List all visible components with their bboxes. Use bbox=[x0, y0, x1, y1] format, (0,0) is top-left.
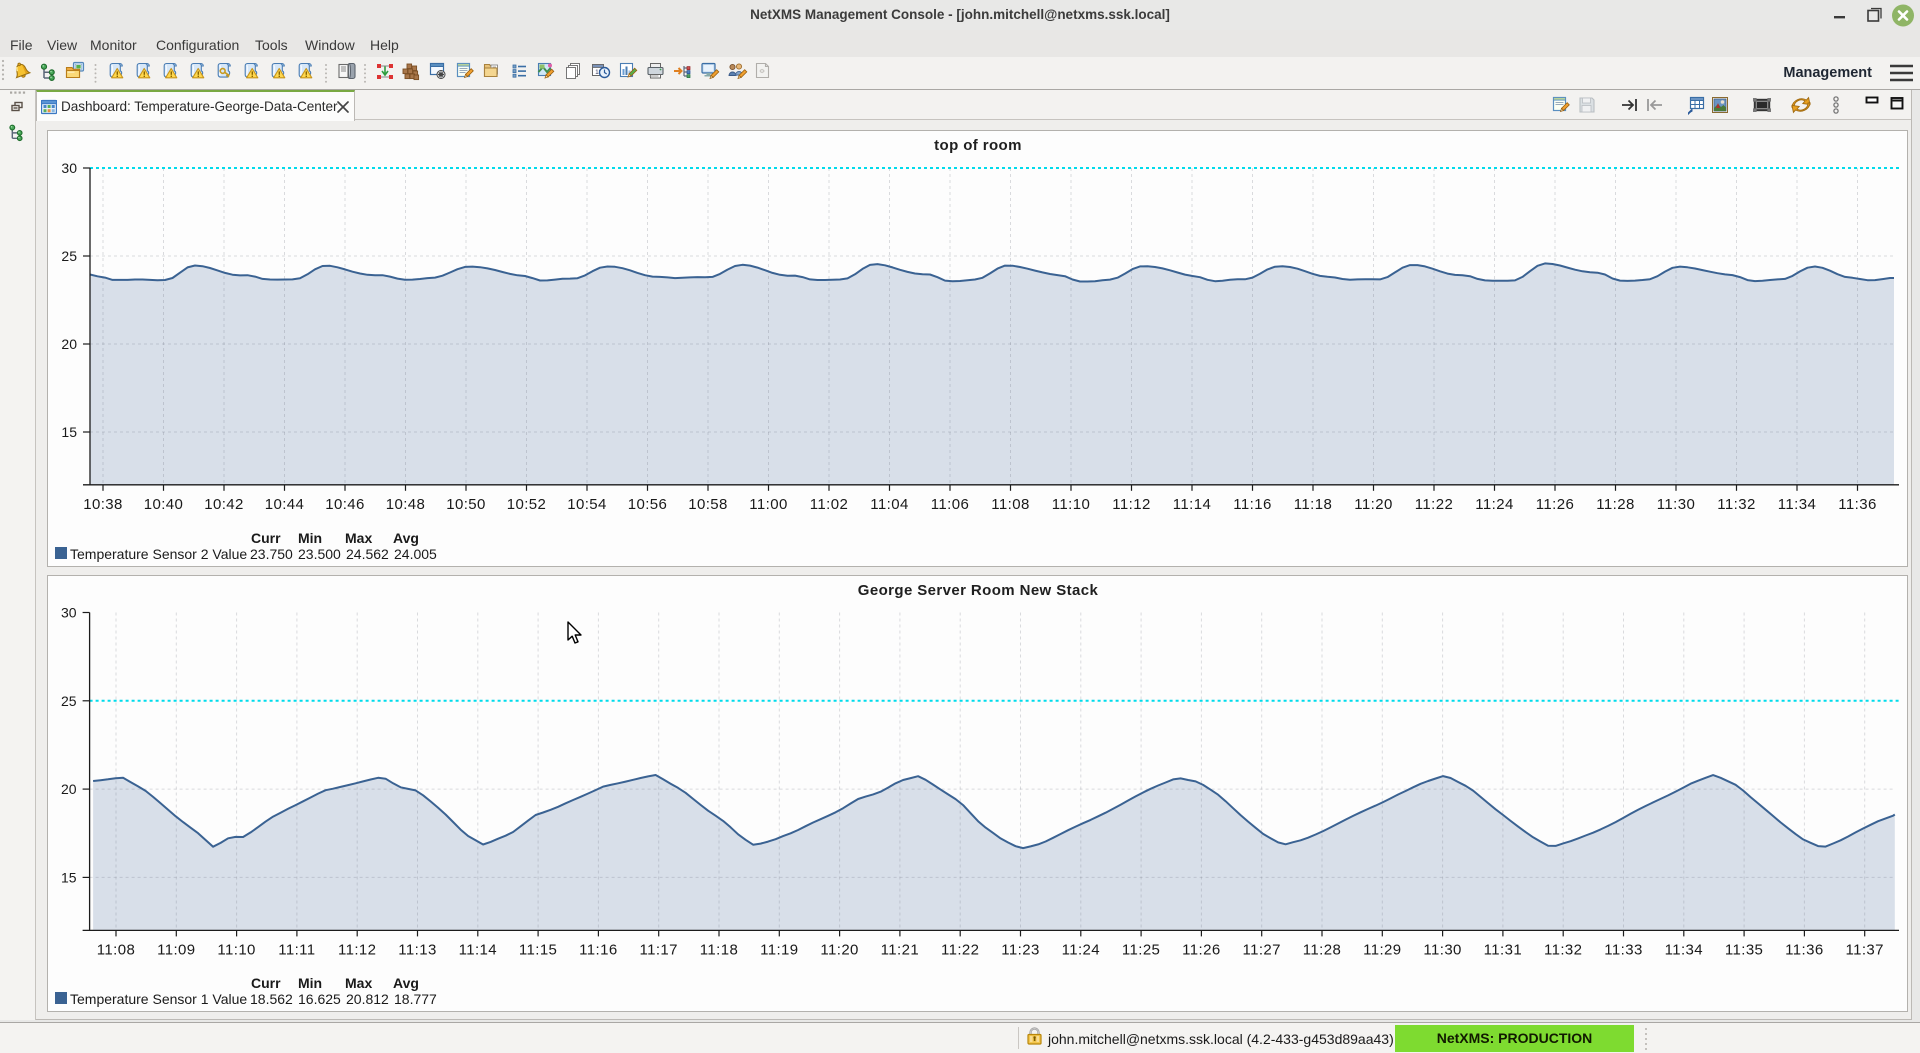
svg-text:11:30: 11:30 bbox=[1423, 941, 1461, 958]
svg-text:10:38: 10:38 bbox=[83, 496, 123, 513]
svg-text:11:19: 11:19 bbox=[760, 941, 798, 958]
svg-text:30: 30 bbox=[61, 160, 77, 176]
svg-text:11:28: 11:28 bbox=[1596, 496, 1634, 513]
svg-text:11:18: 11:18 bbox=[700, 941, 738, 958]
svg-text:11:16: 11:16 bbox=[1233, 496, 1271, 513]
svg-text:11:30: 11:30 bbox=[1657, 496, 1695, 513]
svg-text:11:33: 11:33 bbox=[1604, 941, 1642, 958]
svg-text:25: 25 bbox=[61, 693, 77, 709]
svg-text:11:23: 11:23 bbox=[1001, 941, 1039, 958]
svg-text:20: 20 bbox=[61, 336, 77, 352]
svg-text:11:32: 11:32 bbox=[1544, 941, 1582, 958]
svg-text:11:10: 11:10 bbox=[217, 941, 255, 958]
svg-text:11:12: 11:12 bbox=[338, 941, 376, 958]
svg-text:top of room: top of room bbox=[934, 137, 1022, 154]
svg-text:11:20: 11:20 bbox=[820, 941, 858, 958]
svg-text:11:18: 11:18 bbox=[1294, 496, 1332, 513]
svg-text:11:35: 11:35 bbox=[1725, 941, 1763, 958]
svg-text:11:32: 11:32 bbox=[1717, 496, 1755, 513]
svg-text:11:34: 11:34 bbox=[1665, 941, 1703, 958]
svg-text:11:20: 11:20 bbox=[1354, 496, 1392, 513]
svg-text:10:44: 10:44 bbox=[265, 496, 305, 513]
svg-text:11:24: 11:24 bbox=[1062, 941, 1100, 958]
svg-text:11:06: 11:06 bbox=[931, 496, 969, 513]
svg-text:11:22: 11:22 bbox=[941, 941, 979, 958]
svg-text:10:56: 10:56 bbox=[628, 496, 668, 513]
svg-text:11:17: 11:17 bbox=[639, 941, 677, 958]
svg-text:11:21: 11:21 bbox=[881, 941, 919, 958]
svg-text:10:52: 10:52 bbox=[507, 496, 547, 513]
svg-text:10:54: 10:54 bbox=[567, 496, 607, 513]
svg-text:11:04: 11:04 bbox=[870, 496, 908, 513]
svg-text:11:27: 11:27 bbox=[1242, 941, 1280, 958]
svg-text:10:58: 10:58 bbox=[688, 496, 728, 513]
svg-text:11:14: 11:14 bbox=[459, 941, 497, 958]
svg-text:10:48: 10:48 bbox=[386, 496, 426, 513]
svg-text:11:37: 11:37 bbox=[1845, 941, 1883, 958]
svg-text:11:11: 11:11 bbox=[278, 941, 315, 958]
svg-text:11:31: 11:31 bbox=[1484, 941, 1522, 958]
svg-text:11:26: 11:26 bbox=[1536, 496, 1574, 513]
svg-text:25: 25 bbox=[61, 248, 77, 264]
svg-text:11:25: 11:25 bbox=[1122, 941, 1160, 958]
svg-text:11:36: 11:36 bbox=[1838, 496, 1876, 513]
svg-text:15: 15 bbox=[61, 869, 77, 885]
svg-text:11:08: 11:08 bbox=[97, 941, 135, 958]
svg-text:11:02: 11:02 bbox=[810, 496, 848, 513]
svg-text:11:10: 11:10 bbox=[1052, 496, 1090, 513]
svg-text:11:13: 11:13 bbox=[398, 941, 436, 958]
svg-text:11:00: 11:00 bbox=[749, 496, 787, 513]
svg-text:11:24: 11:24 bbox=[1475, 496, 1513, 513]
svg-text:10:46: 10:46 bbox=[325, 496, 365, 513]
svg-text:11:09: 11:09 bbox=[157, 941, 195, 958]
svg-text:11:22: 11:22 bbox=[1415, 496, 1453, 513]
svg-text:George Server Room New Stack: George Server Room New Stack bbox=[858, 582, 1099, 599]
svg-text:11:34: 11:34 bbox=[1778, 496, 1816, 513]
svg-text:11:15: 11:15 bbox=[519, 941, 557, 958]
svg-text:30: 30 bbox=[61, 605, 77, 621]
svg-text:11:28: 11:28 bbox=[1303, 941, 1341, 958]
svg-text:11:29: 11:29 bbox=[1363, 941, 1401, 958]
svg-text:20: 20 bbox=[61, 781, 77, 797]
svg-text:10:50: 10:50 bbox=[446, 496, 486, 513]
svg-text:11:08: 11:08 bbox=[991, 496, 1029, 513]
svg-text:11:14: 11:14 bbox=[1173, 496, 1211, 513]
svg-text:11:12: 11:12 bbox=[1112, 496, 1150, 513]
svg-text:11:36: 11:36 bbox=[1785, 941, 1823, 958]
svg-text:11:16: 11:16 bbox=[579, 941, 617, 958]
svg-text:10:40: 10:40 bbox=[144, 496, 184, 513]
svg-text:15: 15 bbox=[61, 424, 77, 440]
svg-text:11:26: 11:26 bbox=[1182, 941, 1220, 958]
svg-text:10:42: 10:42 bbox=[204, 496, 244, 513]
